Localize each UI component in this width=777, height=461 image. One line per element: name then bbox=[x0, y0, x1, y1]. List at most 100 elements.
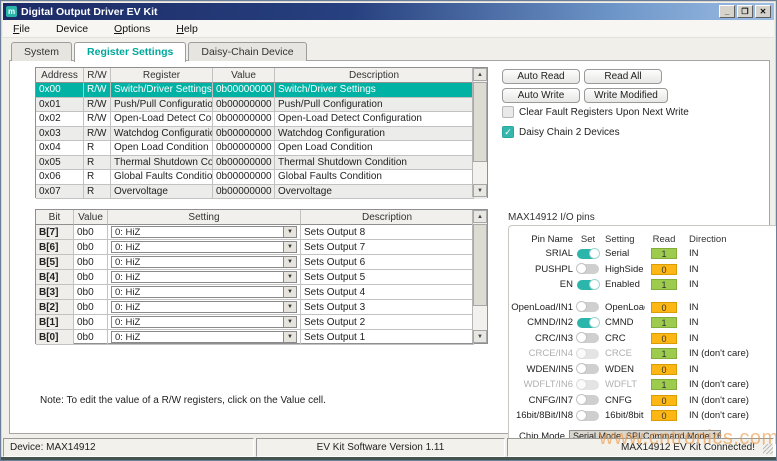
scroll-down-icon[interactable]: ▼ bbox=[473, 184, 487, 197]
checkbox-icon[interactable]: ✓ bbox=[502, 126, 514, 138]
register-row[interactable]: 0x05RThermal Shutdown Con...0b00000000Th… bbox=[36, 156, 487, 171]
toggle-switch[interactable] bbox=[577, 302, 599, 312]
toggle-switch[interactable] bbox=[577, 411, 599, 421]
bit-row: B[1]0b00: HiZ▼Sets Output 2 bbox=[36, 315, 487, 330]
toggle-switch[interactable] bbox=[577, 395, 599, 405]
pin-set bbox=[573, 333, 603, 343]
write-modified-button[interactable]: Write Modified bbox=[584, 88, 668, 103]
bit-value-cell[interactable]: 0b0 bbox=[74, 270, 108, 285]
tab-system[interactable]: System bbox=[11, 42, 72, 61]
menu-options[interactable]: Options bbox=[112, 21, 160, 37]
title-bar: m Digital Output Driver EV Kit _ ❐ ✕ bbox=[3, 3, 774, 20]
scroll-down-icon[interactable]: ▼ bbox=[473, 330, 487, 343]
toggle-switch[interactable] bbox=[577, 333, 599, 343]
bit-row: B[6]0b00: HiZ▼Sets Output 7 bbox=[36, 240, 487, 255]
scroll-up-icon[interactable]: ▲ bbox=[473, 210, 487, 223]
description-cell: Push/Pull Configuration bbox=[275, 98, 474, 113]
bit-value-cell[interactable]: 0b0 bbox=[74, 225, 108, 240]
bit-value-cell[interactable]: 0b0 bbox=[74, 285, 108, 300]
register-row[interactable]: 0x07ROvervoltage0b00000000Overvoltage bbox=[36, 185, 487, 200]
scroll-up-icon[interactable]: ▲ bbox=[473, 68, 487, 81]
value-cell[interactable]: 0b00000000 bbox=[213, 156, 275, 171]
chevron-down-icon[interactable]: ▼ bbox=[283, 317, 296, 327]
pin-read: 0 bbox=[645, 410, 683, 421]
pin-set bbox=[573, 249, 603, 259]
description-cell: Switch/Driver Settings bbox=[275, 83, 474, 98]
register-row[interactable]: 0x06RGlobal Faults Condition0b00000000Gl… bbox=[36, 170, 487, 185]
pin-direction: IN bbox=[683, 279, 777, 290]
col-direction: Direction bbox=[683, 234, 777, 245]
scroll-thumb[interactable] bbox=[473, 82, 487, 162]
register-row[interactable]: 0x01R/WPush/Pull Configuration0b00000000… bbox=[36, 98, 487, 113]
window-title: Digital Output Driver EV Kit bbox=[21, 6, 719, 18]
register-cell: Watchdog Configuration bbox=[111, 127, 213, 142]
scroll-thumb[interactable] bbox=[473, 224, 487, 306]
bit-row: B[4]0b00: HiZ▼Sets Output 5 bbox=[36, 270, 487, 285]
value-cell[interactable]: 0b00000000 bbox=[213, 112, 275, 127]
toggle-switch[interactable] bbox=[577, 280, 599, 290]
app-window: m Digital Output Driver EV Kit _ ❐ ✕ Fil… bbox=[0, 0, 777, 461]
pin-direction: IN (don't care) bbox=[683, 379, 777, 390]
register-row[interactable]: 0x00R/WSwitch/Driver Settings0b00000000S… bbox=[36, 83, 487, 98]
toggle-switch[interactable] bbox=[577, 264, 599, 274]
bit-value-cell[interactable]: 0b0 bbox=[74, 330, 108, 345]
value-cell[interactable]: 0b00000000 bbox=[213, 98, 275, 113]
menu-help[interactable]: Help bbox=[174, 21, 208, 37]
tab-daisy-chain-device[interactable]: Daisy-Chain Device bbox=[188, 42, 306, 61]
daisy-chain-2-devices-checkbox[interactable]: ✓ Daisy Chain 2 Devices bbox=[502, 126, 620, 138]
register-row[interactable]: 0x04ROpen Load Condition0b00000000Open L… bbox=[36, 141, 487, 156]
setting-dropdown-value: 0: HiZ bbox=[112, 227, 283, 238]
value-cell[interactable]: 0b00000000 bbox=[213, 141, 275, 156]
setting-dropdown[interactable]: 0: HiZ▼ bbox=[111, 256, 297, 268]
auto-read-button[interactable]: Auto Read bbox=[502, 69, 580, 84]
menu-device[interactable]: Device bbox=[54, 21, 98, 37]
bit-table: BitValueSettingDescriptionB[7]0b00: HiZ▼… bbox=[35, 209, 488, 344]
bit-value-cell[interactable]: 0b0 bbox=[74, 315, 108, 330]
clear-fault-registers-checkbox[interactable]: Clear Fault Registers Upon Next Write bbox=[502, 106, 689, 118]
pin-direction: IN (don't care) bbox=[683, 348, 777, 359]
bit-value-cell[interactable]: 0b0 bbox=[74, 300, 108, 315]
chevron-down-icon[interactable]: ▼ bbox=[283, 242, 296, 252]
chevron-down-icon[interactable]: ▼ bbox=[283, 272, 296, 282]
setting-dropdown[interactable]: 0: HiZ▼ bbox=[111, 316, 297, 328]
checkbox-icon[interactable] bbox=[502, 106, 514, 118]
setting-dropdown[interactable]: 0: HiZ▼ bbox=[111, 241, 297, 253]
register-row[interactable]: 0x03R/WWatchdog Configuration0b00000000W… bbox=[36, 127, 487, 142]
auto-write-button[interactable]: Auto Write bbox=[502, 88, 580, 103]
chevron-down-icon[interactable]: ▼ bbox=[283, 227, 296, 237]
toggle-switch[interactable] bbox=[577, 364, 599, 374]
setting-dropdown[interactable]: 0: HiZ▼ bbox=[111, 226, 297, 238]
chevron-down-icon[interactable]: ▼ bbox=[283, 302, 296, 312]
toggle-switch[interactable] bbox=[577, 318, 599, 328]
bit-value-cell[interactable]: 0b0 bbox=[74, 240, 108, 255]
toggle-switch[interactable] bbox=[577, 249, 599, 259]
register-table-scrollbar[interactable]: ▲▼ bbox=[472, 68, 487, 197]
bit-cell: B[4] bbox=[36, 270, 74, 285]
chevron-down-icon[interactable]: ▼ bbox=[283, 257, 296, 267]
close-icon[interactable]: ✕ bbox=[755, 5, 771, 18]
header-cell: Description bbox=[275, 68, 474, 83]
tab-register-settings[interactable]: Register Settings bbox=[74, 42, 186, 62]
read-all-button[interactable]: Read All bbox=[584, 69, 662, 84]
setting-dropdown[interactable]: 0: HiZ▼ bbox=[111, 271, 297, 283]
pin-name: CRCE/IN4 bbox=[509, 348, 573, 359]
value-cell[interactable]: 0b00000000 bbox=[213, 170, 275, 185]
register-row[interactable]: 0x02R/WOpen-Load Detect Confi...0b000000… bbox=[36, 112, 487, 127]
bit-value-cell[interactable]: 0b0 bbox=[74, 255, 108, 270]
setting-dropdown[interactable]: 0: HiZ▼ bbox=[111, 331, 297, 343]
maximize-icon[interactable]: ❐ bbox=[737, 5, 753, 18]
chevron-down-icon[interactable]: ▼ bbox=[283, 287, 296, 297]
register-cell: Push/Pull Configuration bbox=[111, 98, 213, 113]
setting-dropdown[interactable]: 0: HiZ▼ bbox=[111, 286, 297, 298]
minimize-icon[interactable]: _ bbox=[719, 5, 735, 18]
chevron-down-icon[interactable]: ▼ bbox=[283, 332, 296, 342]
value-cell[interactable]: 0b00000000 bbox=[213, 127, 275, 142]
bit-table-scrollbar[interactable]: ▲▼ bbox=[472, 210, 487, 343]
pin-setting-label: 16bit/8bit bbox=[603, 410, 645, 421]
setting-dropdown[interactable]: 0: HiZ▼ bbox=[111, 301, 297, 313]
pin-setting-label: WDFLT bbox=[603, 379, 645, 390]
value-cell[interactable]: 0b00000000 bbox=[213, 83, 275, 98]
pin-set bbox=[573, 411, 603, 421]
menu-file[interactable]: File bbox=[11, 21, 40, 37]
value-cell[interactable]: 0b00000000 bbox=[213, 185, 275, 200]
